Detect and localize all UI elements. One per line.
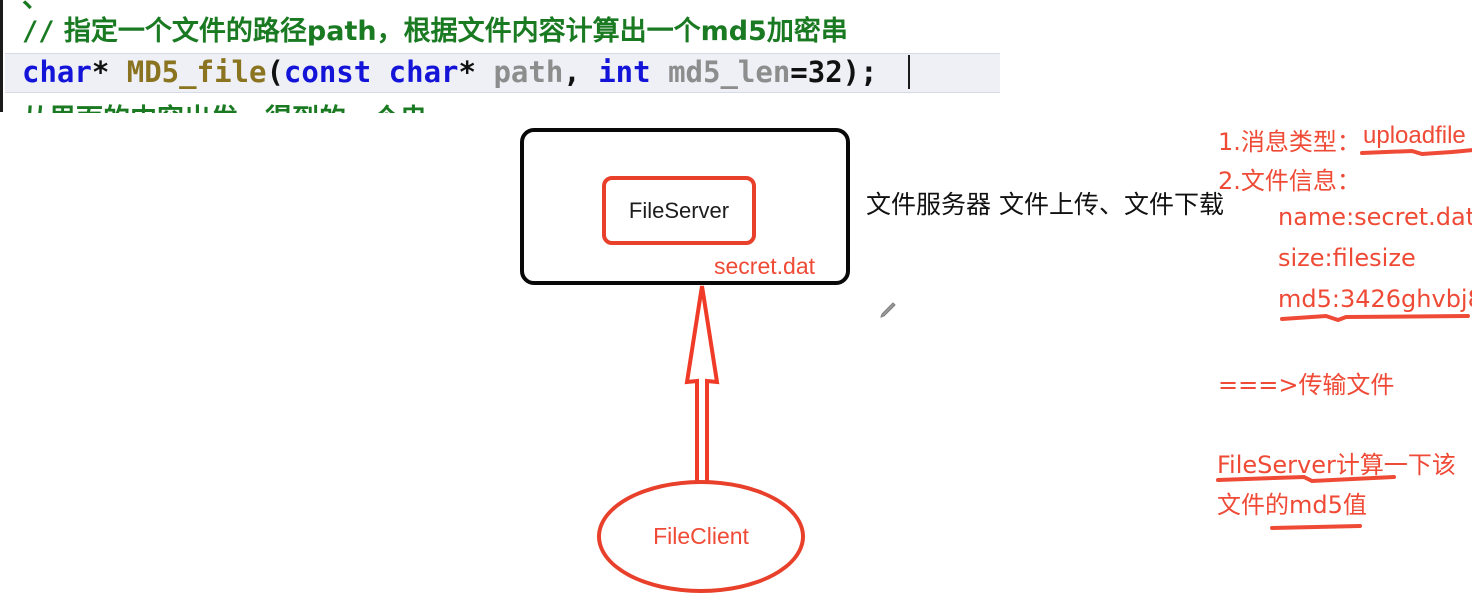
annotation-md5-task-line1: FileServer计算一下该 [1217, 451, 1456, 479]
file-server-label: FileServer [628, 197, 730, 223]
annotation-transfer-file: ===>传输文件 [1218, 371, 1395, 399]
token-const-char-keyword: const char [283, 55, 459, 89]
token-comma: , [563, 55, 599, 89]
window-left-edge [0, 0, 3, 112]
pencil-icon [880, 302, 896, 318]
token-param-md5-len: md5_len [668, 55, 791, 89]
token-default-value: =32); [790, 55, 878, 89]
comment-slashes: // [22, 16, 55, 47]
token-char-keyword: char [22, 55, 92, 89]
annotation-file-md5: md5:3426ghvbj8 [1278, 285, 1472, 313]
annotation-file-info-label: 2.文件信息： [1218, 167, 1361, 195]
text-caret [908, 55, 910, 89]
code-declaration-line[interactable]: char* MD5_file(const char* path, int md5… [22, 56, 878, 88]
token-param-path: path [493, 55, 564, 89]
code-comment-line: // 指定一个文件的路径path，根据文件内容计算出一个md5加密串 [22, 9, 848, 48]
annotation-file-name: name:secret.dat [1278, 203, 1472, 231]
file-client-node[interactable]: FileClient [597, 480, 805, 593]
file-client-label: FileClient [653, 523, 749, 549]
token-open-paren: ( [266, 55, 284, 89]
diagram-caption: 文件服务器 文件上传、文件下载 [866, 190, 1224, 219]
underline-md5-value [1280, 313, 1470, 323]
code-editor-region[interactable]: 、 ’ ’ ’ // 指定一个文件的路径path，根据文件内容计算出一个md5加… [0, 0, 1012, 113]
token-int-keyword: int [598, 55, 651, 89]
annotation-msg-type-value: uploadfile [1363, 122, 1466, 149]
annotation-file-size: size:filesize [1278, 244, 1416, 272]
screenshot-canvas: 、 ’ ’ ’ // 指定一个文件的路径path，根据文件内容计算出一个md5加… [0, 0, 1472, 597]
server-file-label: secret.dat [714, 253, 815, 279]
file-server-node[interactable]: FileServer [602, 176, 756, 245]
token-star-2: * [458, 55, 494, 89]
clipped-code-line-below: 从里面的内容出发，得到的一个串 [22, 97, 427, 113]
token-star-1: * [91, 55, 127, 89]
token-function-name: MD5_file [126, 55, 267, 89]
annotation-msg-type-label: 1.消息类型： [1218, 128, 1361, 156]
underline-md5-task-line2 [1270, 524, 1362, 530]
upload-arrow-icon [684, 285, 720, 500]
comment-body: 指定一个文件的路径path，根据文件内容计算出一个md5加密串 [54, 16, 848, 47]
annotation-md5-task-line2: 文件的md5值 [1217, 491, 1367, 519]
